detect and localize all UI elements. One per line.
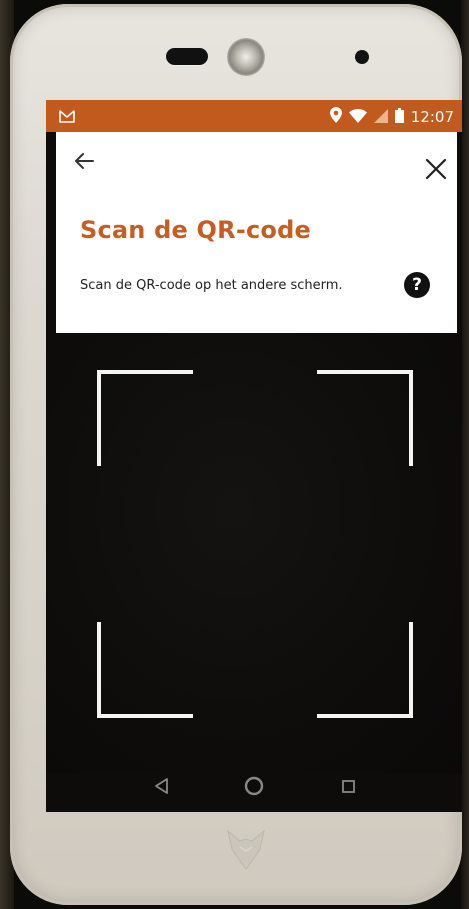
help-button[interactable]: ? <box>404 272 430 298</box>
nav-back-button[interactable] <box>152 773 172 799</box>
page-title: Scan de QR-code <box>80 216 311 244</box>
status-icons: 12:07 <box>329 107 454 127</box>
gmail-icon <box>59 108 75 127</box>
earpiece-speaker <box>166 48 208 65</box>
nav-recents-button[interactable] <box>340 773 358 799</box>
proximity-sensor <box>355 50 369 64</box>
phone-screen: 12:07 Scan de QR-code Scan de QR-code op… <box>46 100 462 812</box>
help-icon: ? <box>412 275 422 295</box>
scan-frame-corner-bottom-left <box>97 622 193 718</box>
wolf-logo <box>226 827 266 871</box>
close-icon <box>425 158 447 180</box>
scan-frame-corner-top-left <box>97 370 193 466</box>
nav-back-icon <box>155 778 168 794</box>
wifi-icon <box>348 108 367 127</box>
close-button[interactable] <box>423 156 449 182</box>
scan-frame-corner-bottom-right <box>317 622 413 718</box>
location-icon <box>329 107 342 127</box>
status-time: 12:07 <box>410 108 454 126</box>
arrow-left-icon <box>75 153 94 169</box>
scan-frame-corner-top-right <box>317 370 413 466</box>
status-bar: 12:07 <box>46 100 462 132</box>
battery-icon <box>394 107 404 127</box>
nav-home-icon <box>244 776 264 796</box>
page-subtitle: Scan de QR-code op het andere scherm. <box>80 278 343 293</box>
scan-header-card: Scan de QR-code Scan de QR-code op het a… <box>56 132 457 333</box>
nav-home-button[interactable] <box>243 773 265 799</box>
back-button[interactable] <box>71 148 97 174</box>
background-right-edge <box>461 0 469 909</box>
front-camera-icon <box>227 38 265 76</box>
camera-viewfinder <box>46 333 462 773</box>
signal-icon <box>373 108 388 127</box>
phone-body: 12:07 Scan de QR-code Scan de QR-code op… <box>10 4 462 905</box>
nav-recents-icon <box>342 780 355 793</box>
android-nav-bar <box>46 773 462 812</box>
